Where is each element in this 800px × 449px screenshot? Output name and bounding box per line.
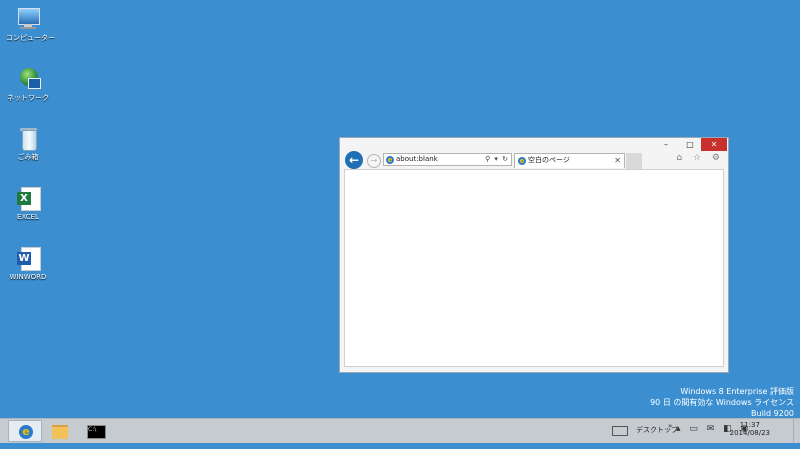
clock[interactable]: 11:37 2014/08/23 xyxy=(730,421,770,437)
page-content xyxy=(344,169,724,367)
word-icon: W xyxy=(15,245,41,271)
desktop-icon-label: コンピューター xyxy=(6,34,55,42)
recycle-bin-icon xyxy=(15,125,41,151)
folder-icon xyxy=(52,425,68,439)
command-prompt-icon: C:\ xyxy=(87,425,106,439)
minimize-button[interactable]: – xyxy=(654,138,678,151)
address-tools-icons[interactable]: ⚲ ▾ ↻ xyxy=(485,154,509,165)
ie-tab-icon: e xyxy=(518,157,526,165)
keyboard-icon[interactable] xyxy=(612,426,628,436)
computer-icon xyxy=(15,6,41,32)
address-input[interactable]: about:blank xyxy=(396,154,438,165)
back-button[interactable]: ← xyxy=(345,151,363,169)
desktop-icon-recycle-bin[interactable]: ごみ箱 xyxy=(6,125,50,162)
tab-blank-page[interactable]: e 空白のページ ✕ xyxy=(514,153,625,168)
network-icon xyxy=(15,66,41,92)
chevron-up-icon[interactable]: » xyxy=(668,422,672,446)
clock-time: 11:37 xyxy=(739,421,760,429)
desktop-icon-label: ごみ箱 xyxy=(17,153,39,161)
excel-icon: X xyxy=(15,185,41,211)
desktop-icon-label: EXCEL xyxy=(17,213,39,221)
tab-title: 空白のページ xyxy=(528,156,570,164)
desktop-icon-label: ネットワーク xyxy=(7,94,49,102)
close-button[interactable]: ✕ xyxy=(701,138,727,151)
taskbar-explorer-button[interactable] xyxy=(43,420,77,442)
clock-date: 2014/08/23 xyxy=(729,429,770,437)
forward-button[interactable]: → xyxy=(367,154,381,168)
watermark-line-2: 90 日 の間有効な Windows ライセンス xyxy=(650,398,794,407)
watermark-line-1: Windows 8 Enterprise 評価版 xyxy=(680,387,794,396)
home-favorites-tools-icons[interactable]: ⌂ ☆ ⚙ xyxy=(676,153,724,163)
internet-explorer-icon: e xyxy=(19,425,33,439)
title-bar[interactable]: – □ ✕ xyxy=(340,138,728,152)
desktop-icon-word[interactable]: W WINWORD xyxy=(6,245,50,282)
taskbar-cmd-button[interactable]: C:\ xyxy=(78,420,112,442)
browser-window: – □ ✕ ← → e about:blank ⚲ ▾ ↻ e 空白のページ ✕… xyxy=(339,137,729,373)
show-desktop-button[interactable] xyxy=(793,419,800,443)
maximize-button[interactable]: □ xyxy=(678,138,702,151)
taskbar: e C:\ デスクトップ » ▴ ▭ ✉ ◧ ◉ 11:37 2014/08/2… xyxy=(0,418,800,443)
desktop-icon-excel[interactable]: X EXCEL xyxy=(6,185,50,222)
desktop-icon-computer[interactable]: コンピューター xyxy=(6,6,55,43)
desktop-icon-network[interactable]: ネットワーク xyxy=(6,66,50,103)
taskbar-ie-button[interactable]: e xyxy=(8,420,42,442)
ie-page-icon: e xyxy=(386,156,394,164)
new-tab-button[interactable] xyxy=(626,153,642,169)
address-bar[interactable]: e about:blank ⚲ ▾ ↻ xyxy=(383,153,512,166)
tab-close-icon[interactable]: ✕ xyxy=(614,154,621,167)
desktop-icon-label: WINWORD xyxy=(9,273,47,281)
